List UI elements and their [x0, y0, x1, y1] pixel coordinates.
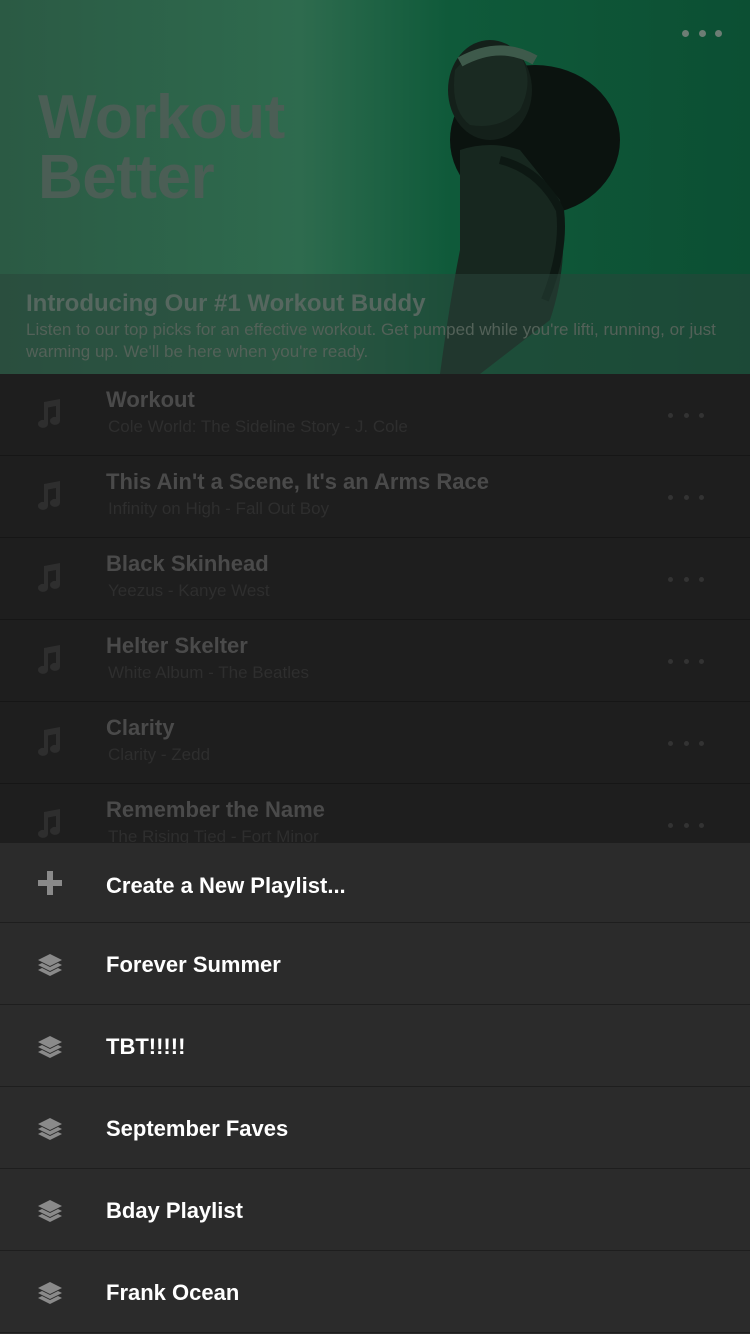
track-subtitle: Cole World: The Sideline Story - J. Cole	[108, 417, 408, 436]
playlist-item[interactable]: Forever Summer	[0, 923, 750, 1005]
plus-icon	[38, 871, 62, 895]
track-row[interactable]: This Ain't a Scene, It's an Arms Race In…	[0, 456, 750, 538]
track-more-button[interactable]	[668, 411, 704, 419]
music-note-icon	[38, 563, 60, 592]
track-subtitle: Yeezus - Kanye West	[108, 581, 270, 600]
track-title: Helter Skelter	[106, 633, 248, 658]
music-note-icon	[38, 645, 60, 674]
music-note-icon	[38, 727, 60, 756]
layers-icon	[38, 1282, 62, 1304]
music-note-icon	[38, 809, 60, 838]
playlist-label: September Faves	[106, 1116, 289, 1141]
hero-title-line2: Better	[38, 143, 215, 212]
hero-title-line1: Workout	[38, 83, 285, 152]
track-title: Black Skinhead	[106, 551, 269, 576]
hero-description: Listen to our top picks for an effective…	[26, 320, 716, 361]
create-playlist-label: Create a New Playlist...	[106, 873, 346, 898]
playlist-item[interactable]: Frank Ocean	[0, 1251, 750, 1333]
track-title: Workout	[106, 387, 195, 412]
layers-icon	[38, 954, 62, 976]
track-row[interactable]: Remember the Name The Rising Tied - Fort…	[0, 784, 750, 844]
track-row[interactable]: Workout Cole World: The Sideline Story -…	[0, 374, 750, 456]
track-subtitle: Clarity - Zedd	[108, 745, 211, 764]
layers-icon	[38, 1036, 62, 1058]
layers-icon	[38, 1118, 62, 1140]
layers-icon	[38, 1200, 62, 1222]
playlist-label: Bday Playlist	[106, 1198, 243, 1223]
music-note-icon	[38, 481, 60, 510]
hero-title: Workout Better	[38, 83, 358, 212]
track-subtitle: The Rising Tied - Fort Minor	[108, 827, 319, 844]
playlist-item[interactable]: September Faves	[0, 1087, 750, 1169]
track-subtitle: White Album - The Beatles	[108, 663, 309, 682]
playlist-item[interactable]: TBT!!!!!	[0, 1005, 750, 1087]
music-note-icon	[38, 399, 60, 428]
playlist-label: TBT!!!!!	[106, 1034, 186, 1059]
hero-more-button[interactable]	[682, 28, 722, 38]
create-playlist-button[interactable]: Create a New Playlist...	[0, 843, 750, 923]
track-row[interactable]: Black Skinhead Yeezus - Kanye West	[0, 538, 750, 620]
track-subtitle: Infinity on High - Fall Out Boy	[108, 499, 330, 518]
playlist-label: Frank Ocean	[106, 1280, 240, 1305]
hero-info-panel: Introducing Our #1 Workout Buddy Listen …	[0, 274, 750, 374]
playlist-label: Forever Summer	[106, 952, 281, 977]
track-more-button[interactable]	[668, 657, 704, 665]
track-title: This Ain't a Scene, It's an Arms Race	[106, 469, 489, 494]
track-more-button[interactable]	[668, 575, 704, 583]
track-more-button[interactable]	[668, 821, 704, 829]
track-list: Workout Cole World: The Sideline Story -…	[0, 374, 750, 844]
add-to-playlist-sheet: Create a New Playlist... Forever Summer …	[0, 843, 750, 1334]
track-title: Clarity	[106, 715, 175, 740]
hero-headline: Introducing Our #1 Workout Buddy	[26, 290, 426, 317]
track-more-button[interactable]	[668, 739, 704, 747]
track-title: Remember the Name	[106, 797, 325, 822]
track-more-button[interactable]	[668, 493, 704, 501]
playlist-item[interactable]: Bday Playlist	[0, 1169, 750, 1251]
track-row[interactable]: Clarity Clarity - Zedd	[0, 702, 750, 784]
hero-banner: Workout Better Introducing Our #1 Workou…	[0, 0, 750, 374]
track-row[interactable]: Helter Skelter White Album - The Beatles	[0, 620, 750, 702]
